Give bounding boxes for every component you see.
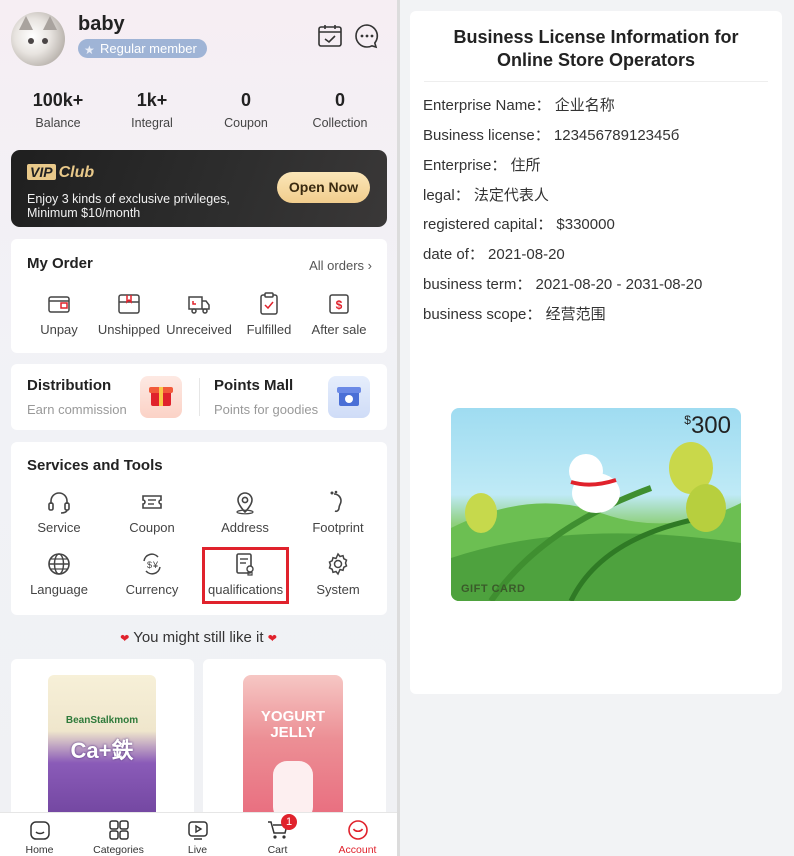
product-card[interactable]: YOGURT JELLY bbox=[203, 659, 386, 829]
star-icon: ★ bbox=[84, 43, 95, 57]
refund-icon: $ bbox=[329, 294, 349, 314]
license-row: business term： 2021-08-20 - 2031-08-20 bbox=[423, 276, 703, 293]
gift-card-image: $300 GIFT CARD bbox=[451, 408, 741, 601]
product-card[interactable]: BeanStalkmom Ca+鉄 bbox=[11, 659, 194, 829]
footprint-item[interactable]: Footprint bbox=[301, 489, 375, 535]
username: baby bbox=[78, 13, 125, 35]
system-item[interactable]: System bbox=[301, 551, 375, 597]
stat-balance[interactable]: 100k+ Balance bbox=[18, 90, 98, 130]
globe-icon bbox=[48, 553, 70, 575]
tab-account[interactable]: Account bbox=[318, 813, 397, 856]
cart-count-badge: 1 bbox=[281, 814, 297, 830]
license-row: Enterprise： 住所 bbox=[423, 157, 541, 174]
currency-exchange-icon: $ ¥ bbox=[143, 553, 161, 575]
open-now-button[interactable]: Open Now bbox=[277, 172, 370, 203]
points-mall-title[interactable]: Points Mall bbox=[214, 377, 293, 394]
vip-description: Enjoy 3 kinds of exclusive privileges, M… bbox=[27, 192, 230, 220]
order-after-sale[interactable]: $ After sale bbox=[302, 291, 376, 337]
calendar-check-icon[interactable] bbox=[317, 23, 343, 49]
product-image: BeanStalkmom Ca+鉄 bbox=[48, 675, 156, 829]
currency-item[interactable]: $ ¥ Currency bbox=[115, 551, 189, 597]
license-row: Enterprise Name： 企业名称 bbox=[423, 97, 615, 114]
license-card: Business License Information for Online … bbox=[410, 11, 782, 694]
gift-box-icon bbox=[118, 294, 140, 314]
divider bbox=[424, 81, 768, 82]
points-mall-subtitle: Points for goodies bbox=[214, 402, 319, 417]
license-row: Business license： 12345678912345б bbox=[423, 127, 680, 144]
license-row: registered capital： $330000 bbox=[423, 216, 615, 233]
my-order-card: My Order All orders › Unpay Unshipped Un… bbox=[11, 239, 387, 353]
avatar[interactable] bbox=[11, 12, 65, 66]
home-icon bbox=[29, 821, 50, 840]
svg-text:$: $ bbox=[147, 560, 152, 570]
vip-title: VIP Club bbox=[27, 164, 94, 182]
gear-icon bbox=[328, 552, 348, 576]
heart-icon: ❤ bbox=[267, 633, 277, 645]
license-panel: Business License Information for Online … bbox=[400, 0, 794, 856]
distribution-subtitle: Earn commission bbox=[27, 402, 127, 417]
heart-icon: ❤ bbox=[120, 633, 130, 645]
account-smile-icon bbox=[347, 820, 368, 840]
svg-text:$: $ bbox=[336, 298, 343, 312]
order-unshipped[interactable]: Unshipped bbox=[92, 291, 166, 337]
delivery-truck-icon bbox=[188, 296, 210, 314]
vip-club-banner[interactable]: VIP Club Enjoy 3 kinds of exclusive privi… bbox=[11, 150, 387, 227]
tab-live[interactable]: Live bbox=[158, 813, 237, 856]
stat-coupon[interactable]: 0 Coupon bbox=[206, 90, 286, 130]
stat-collection[interactable]: 0 Collection bbox=[300, 90, 380, 130]
license-row: date of： 2021-08-20 bbox=[423, 246, 565, 263]
license-row: business scope： 经营范围 bbox=[423, 306, 606, 323]
service-item[interactable]: Service bbox=[22, 489, 96, 535]
order-fulfilled[interactable]: Fulfilled bbox=[232, 291, 306, 337]
tab-categories[interactable]: Categories bbox=[79, 813, 158, 856]
services-title: Services and Tools bbox=[27, 457, 163, 474]
gift-card-label: GIFT CARD bbox=[461, 583, 526, 595]
categories-grid-icon bbox=[108, 820, 129, 840]
my-order-title: My Order bbox=[27, 255, 93, 272]
language-item[interactable]: Language bbox=[22, 551, 96, 597]
coupon-item[interactable]: Coupon bbox=[115, 489, 189, 535]
member-level: Regular member bbox=[100, 41, 197, 56]
clipboard-check-icon bbox=[260, 292, 278, 315]
services-card: Services and Tools Service Coupon Addres… bbox=[11, 442, 387, 615]
distribution-title[interactable]: Distribution bbox=[27, 377, 111, 394]
distribution-icon[interactable] bbox=[140, 376, 182, 418]
wallet-icon bbox=[48, 296, 70, 313]
svg-text:¥: ¥ bbox=[152, 560, 159, 570]
chat-bubble-icon[interactable] bbox=[354, 23, 380, 49]
tab-home[interactable]: Home bbox=[0, 813, 79, 856]
location-pin-icon bbox=[236, 492, 254, 515]
footprint-icon bbox=[330, 490, 342, 513]
address-item[interactable]: Address bbox=[208, 489, 282, 535]
all-orders-link[interactable]: All orders › bbox=[309, 258, 372, 273]
account-panel: baby ★ Regular member 100k+ Balance 1k+ In… bbox=[0, 0, 397, 856]
tab-cart[interactable]: Cart bbox=[238, 813, 317, 856]
stat-integral[interactable]: 1k+ Integral bbox=[112, 90, 192, 130]
member-badge: ★ Regular member bbox=[78, 39, 207, 58]
order-unreceived[interactable]: Unreceived bbox=[162, 291, 236, 337]
points-mall-icon[interactable] bbox=[328, 376, 370, 418]
product-image: YOGURT JELLY bbox=[243, 675, 343, 829]
license-row: legal： 法定代表人 bbox=[423, 187, 549, 204]
chevron-right-icon: › bbox=[367, 258, 372, 273]
gift-card-price: $300 bbox=[684, 412, 731, 439]
order-unpay[interactable]: Unpay bbox=[22, 291, 96, 337]
bottom-tab-bar: Home Categories Live Cart Account bbox=[0, 812, 397, 856]
ticket-icon bbox=[142, 495, 162, 509]
recommend-heading: ❤ You might still like it ❤ bbox=[120, 629, 277, 646]
headset-icon bbox=[48, 492, 70, 514]
promo-card: Distribution Earn commission Points Mall… bbox=[11, 364, 387, 430]
qualifications-highlight bbox=[202, 547, 289, 604]
play-video-icon bbox=[187, 821, 208, 840]
license-title: Business License Information for Online … bbox=[453, 27, 739, 70]
